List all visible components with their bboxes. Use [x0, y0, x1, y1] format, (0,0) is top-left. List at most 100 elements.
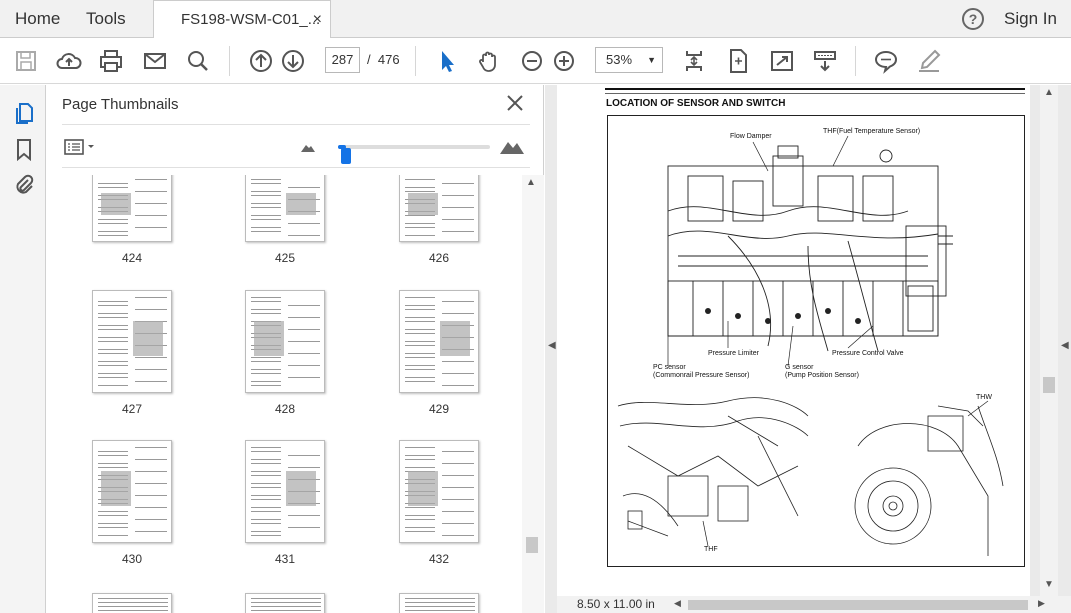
thumbnail-text-line — [251, 523, 281, 524]
thumbnail-figure — [408, 193, 438, 215]
thumbnail-text-line — [405, 179, 435, 180]
page-thumbnail[interactable]: 431 — [245, 440, 325, 566]
document-scrollbar[interactable]: ▲ ▼ — [1040, 85, 1058, 597]
hand-tool-icon[interactable] — [474, 46, 504, 76]
scroll-up-icon[interactable]: ▲ — [1044, 87, 1054, 98]
thumbnail-options-icon[interactable] — [64, 137, 98, 157]
read-mode-icon[interactable] — [810, 46, 840, 76]
page-thumbnail[interactable]: 426 — [399, 175, 479, 265]
scrollbar-thumb[interactable] — [526, 537, 538, 553]
collapse-left-icon[interactable]: ◀ — [548, 340, 556, 351]
page-thumbnail[interactable] — [245, 593, 325, 613]
thumbnail-text-line — [442, 361, 474, 362]
scroll-up-icon[interactable]: ▲ — [526, 177, 536, 188]
thumbnail-text-line — [405, 598, 475, 599]
thumbnail-text-line — [98, 527, 128, 528]
help-icon[interactable]: ? — [962, 8, 984, 30]
scrollbar-thumb[interactable] — [1043, 377, 1055, 393]
full-screen-icon[interactable] — [767, 46, 797, 76]
comment-icon[interactable] — [871, 46, 901, 76]
small-mountain-icon[interactable] — [300, 141, 316, 153]
sign-in-link[interactable]: Sign In — [1004, 0, 1057, 38]
thumbnail-scrollbar[interactable]: ▲ — [522, 175, 544, 613]
thumbnail-text-line — [251, 297, 281, 298]
page-thumbnail[interactable] — [399, 593, 479, 613]
page-thumbnail[interactable]: 429 — [399, 290, 479, 416]
save-icon[interactable] — [11, 46, 41, 76]
thumbnail-text-line — [405, 381, 435, 382]
thumbnail-figure — [101, 193, 131, 215]
thumbnail-text-line — [405, 341, 435, 342]
thumbnail-image — [245, 440, 325, 543]
fit-page-icon[interactable] — [723, 46, 753, 76]
thumbnail-text-line — [442, 523, 474, 524]
highlight-pen-icon[interactable] — [914, 46, 944, 76]
thumbnail-text-line — [135, 459, 167, 460]
close-tab-icon[interactable]: × — [313, 1, 322, 39]
thumbnail-text-line — [98, 451, 128, 452]
navigation-rail — [0, 85, 46, 613]
select-cursor-icon[interactable] — [432, 46, 462, 76]
thumbnail-text-line — [98, 317, 128, 318]
thumbnail-figure — [408, 471, 438, 506]
thumbnail-image — [92, 175, 172, 242]
scroll-down-icon[interactable]: ▼ — [1044, 579, 1054, 590]
page-thumbnail[interactable]: 428 — [245, 290, 325, 416]
upload-cloud-icon[interactable] — [54, 46, 84, 76]
thumbnail-size-slider[interactable] — [300, 135, 530, 164]
collapse-right-icon[interactable]: ◀ — [1061, 340, 1069, 351]
zoom-select[interactable]: 53% ▼ — [595, 47, 663, 73]
page-thumbnail[interactable] — [92, 593, 172, 613]
previous-page-icon[interactable] — [246, 46, 276, 76]
zoom-in-icon[interactable] — [549, 46, 579, 76]
thumbnail-text-line — [288, 187, 320, 188]
print-icon[interactable] — [96, 46, 126, 76]
large-mountain-icon[interactable] — [499, 137, 525, 155]
thumbnail-text-line — [135, 471, 167, 472]
scroll-mode-icon[interactable] — [679, 46, 709, 76]
thumbnail-text-line — [98, 305, 128, 306]
thumbnail-text-line — [135, 519, 167, 520]
thumbnail-text-line — [98, 313, 128, 314]
mail-icon[interactable] — [140, 46, 170, 76]
thumbnail-text-line — [405, 610, 475, 611]
menu-home[interactable]: Home — [15, 0, 60, 38]
thumbnail-text-line — [251, 499, 281, 500]
page-thumbnails-icon[interactable] — [12, 101, 36, 125]
menu-tools[interactable]: Tools — [86, 0, 126, 38]
page-thumbnail[interactable]: 425 — [245, 175, 325, 265]
search-icon[interactable] — [183, 46, 213, 76]
thumbnail-text-line — [405, 455, 435, 456]
scroll-left-icon[interactable]: ◀ — [674, 598, 681, 609]
document-tab[interactable]: FS198-WSM-C01_... × — [153, 0, 331, 39]
page-thumbnail[interactable]: 432 — [399, 440, 479, 566]
page-thumbnail[interactable]: 430 — [92, 440, 172, 566]
zoom-out-icon[interactable] — [517, 46, 547, 76]
thumbnail-text-line — [135, 507, 167, 508]
page-number-input[interactable]: 287 — [325, 47, 360, 73]
scroll-right-icon[interactable]: ▶ — [1038, 598, 1045, 609]
thumbnail-text-line — [405, 467, 435, 468]
thumbnail-text-line — [405, 527, 435, 528]
thumbnail-text-line — [288, 527, 320, 528]
label-pressure-control-valve: Pressure Control Valve — [832, 350, 904, 357]
horizontal-scrollbar-thumb[interactable] — [688, 600, 1028, 610]
thumbnail-image — [399, 593, 479, 613]
bookmarks-icon[interactable] — [12, 137, 36, 162]
thumbnail-text-line — [405, 515, 435, 516]
thumbnail-text-line — [251, 231, 281, 232]
next-page-icon[interactable] — [278, 46, 308, 76]
slider-track[interactable] — [338, 145, 490, 164]
thumbnail-text-line — [98, 365, 128, 366]
document-tab-title: FS198-WSM-C01_... — [181, 11, 321, 28]
thumbnail-text-line — [288, 515, 320, 516]
thumbnail-text-line — [405, 333, 435, 334]
toolbar: 287 / 476 53% ▼ — [0, 38, 1071, 84]
page-thumbnail[interactable]: 424 — [92, 175, 172, 265]
thumbnail-text-line — [251, 487, 281, 488]
page-thumbnail[interactable]: 427 — [92, 290, 172, 416]
close-panel-icon[interactable] — [505, 93, 525, 113]
attachments-icon[interactable] — [12, 173, 36, 197]
thumbnail-page-number: 426 — [428, 251, 450, 265]
slider-handle[interactable] — [340, 148, 351, 164]
